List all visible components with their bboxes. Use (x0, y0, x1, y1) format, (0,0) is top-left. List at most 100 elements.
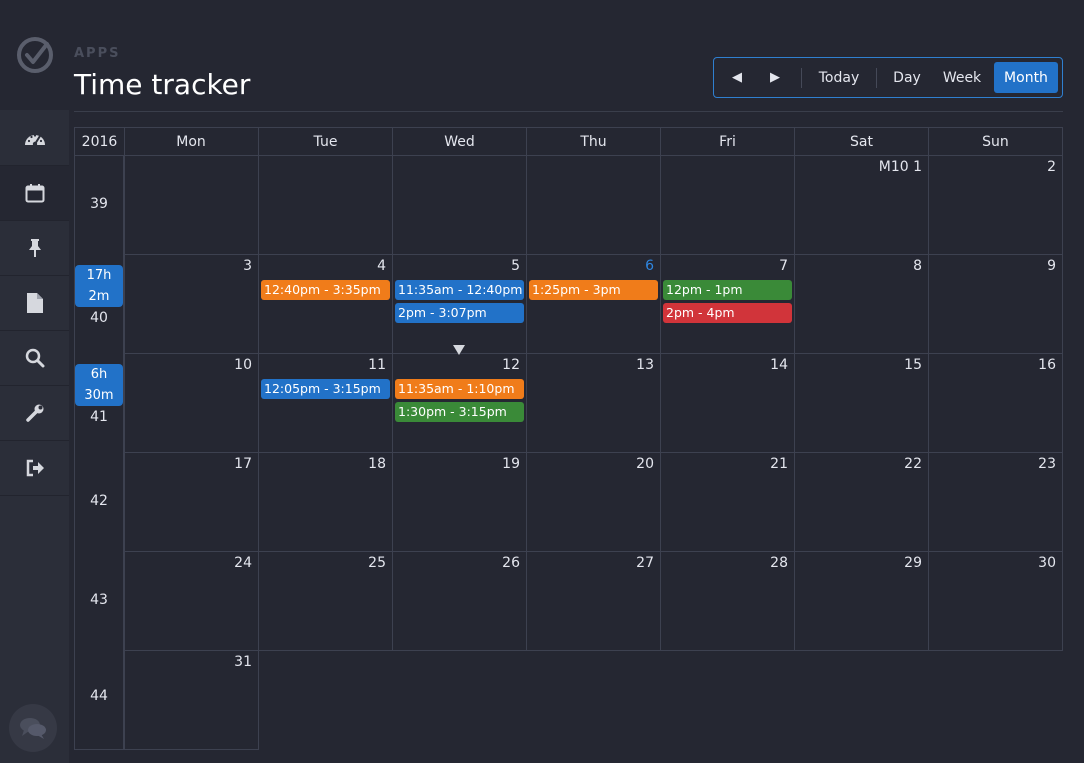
weekday-header-mon: Mon (124, 127, 259, 156)
sidebar-item-search[interactable] (0, 331, 69, 386)
day-number: 8 (913, 258, 922, 274)
day-cell[interactable]: 11 (259, 354, 393, 453)
day-cell[interactable]: 13 (527, 354, 661, 453)
day-number: 18 (368, 456, 386, 472)
calendar-event[interactable]: 2pm - 3:07pm (395, 303, 524, 323)
day-number: 28 (770, 555, 788, 571)
day-cell[interactable]: 17 (124, 453, 259, 552)
week-number: 43 (90, 592, 108, 608)
day-cell[interactable] (527, 156, 661, 255)
day-number: 9 (1047, 258, 1056, 274)
dropdown-caret-icon[interactable] (453, 345, 465, 355)
week-total-text: 6h (90, 367, 108, 382)
day-cell[interactable]: 27 (527, 552, 661, 651)
page-title: Time tracker (74, 68, 251, 101)
day-number: 3 (243, 258, 252, 274)
sidebar-item-calendar[interactable] (0, 166, 69, 221)
sidebar-item-dashboard[interactable] (0, 111, 69, 166)
sidebar-item-file[interactable] (0, 276, 69, 331)
week-number-column (74, 156, 124, 750)
day-number: 19 (502, 456, 520, 472)
day-cell[interactable]: 28 (661, 552, 795, 651)
day-cell[interactable]: 29 (795, 552, 929, 651)
day-number: 25 (368, 555, 386, 571)
day-cell[interactable]: 30 (929, 552, 1063, 651)
week-total-text: 2m (88, 289, 110, 304)
day-cell[interactable]: 19 (393, 453, 527, 552)
calendar-event[interactable]: 2pm - 4pm (663, 303, 792, 323)
day-cell[interactable]: 25 (259, 552, 393, 651)
calendar-event[interactable]: 12pm - 1pm (663, 280, 792, 300)
day-number: 30 (1038, 555, 1056, 571)
calendar-event[interactable]: 1:30pm - 3:15pm (395, 402, 524, 422)
chat-icon (20, 718, 46, 739)
week-total-badge[interactable]: 17h 2m (75, 265, 123, 307)
calendar-event[interactable]: 12:40pm - 3:35pm (261, 280, 390, 300)
day-cell[interactable]: 31 (124, 651, 259, 750)
day-number: 4 (377, 258, 386, 274)
today-button[interactable]: Today (810, 62, 868, 93)
day-number: 29 (904, 555, 922, 571)
pin-icon (28, 239, 41, 257)
calendar-event[interactable]: 1:25pm - 3pm (529, 280, 658, 300)
day-cell[interactable]: 9 (929, 255, 1063, 354)
weekday-header-sat: Sat (795, 127, 929, 156)
day-cell[interactable]: 20 (527, 453, 661, 552)
month-view-button[interactable]: Month (994, 62, 1058, 93)
day-cell[interactable]: 4 (259, 255, 393, 354)
next-button[interactable]: ▶ (757, 62, 793, 93)
week-number: 44 (90, 688, 108, 704)
day-cell[interactable]: 10 (124, 354, 259, 453)
day-cell[interactable] (124, 156, 259, 255)
day-number: 14 (770, 357, 788, 373)
day-cell[interactable] (259, 156, 393, 255)
weekday-header-wed: Wed (393, 127, 527, 156)
day-number: 10 (234, 357, 252, 373)
day-cell[interactable]: 8 (795, 255, 929, 354)
day-cell[interactable]: 2 (929, 156, 1063, 255)
week-view-button[interactable]: Week (936, 62, 988, 93)
week-number: 41 (90, 409, 108, 425)
app-logo[interactable] (0, 0, 69, 110)
day-cell[interactable] (661, 156, 795, 255)
day-cell[interactable]: 26 (393, 552, 527, 651)
day-cell[interactable]: 14 (661, 354, 795, 453)
week-total-badge[interactable]: 6h 30m (75, 364, 123, 406)
day-cell[interactable]: 3 (124, 255, 259, 354)
day-number: 2 (1047, 159, 1056, 175)
day-number: 24 (234, 555, 252, 571)
day-number: M10 1 (878, 159, 922, 175)
day-cell[interactable] (393, 156, 527, 255)
sidebar-item-logout[interactable] (0, 441, 69, 496)
month-calendar: 2016 Mon Tue Wed Thu Fri Sat Sun 39 M10 1 2 40 17h 2… (74, 127, 1063, 750)
day-cell[interactable]: M10 1 (795, 156, 929, 255)
calendar-event[interactable]: 11:35am - 12:40pm (395, 280, 524, 300)
calendar-icon (25, 184, 44, 203)
day-number: 31 (234, 654, 252, 670)
day-cell[interactable]: 6 (527, 255, 661, 354)
week-total-text: 17h (86, 268, 112, 283)
day-number: 13 (636, 357, 654, 373)
chat-button[interactable] (9, 704, 57, 752)
weekday-header-sun: Sun (929, 127, 1063, 156)
sidebar (0, 0, 69, 763)
day-cell[interactable]: 15 (795, 354, 929, 453)
weekday-header-tue: Tue (259, 127, 393, 156)
day-cell[interactable]: 16 (929, 354, 1063, 453)
week-number: 39 (90, 196, 108, 212)
week-number: 40 (90, 310, 108, 326)
day-number: 16 (1038, 357, 1056, 373)
calendar-event[interactable]: 11:35am - 1:10pm (395, 379, 524, 399)
prev-button[interactable]: ◀ (719, 62, 755, 93)
day-cell[interactable]: 24 (124, 552, 259, 651)
calendar-event[interactable]: 12:05pm - 3:15pm (261, 379, 390, 399)
sidebar-item-settings[interactable] (0, 386, 69, 441)
day-number: 7 (779, 258, 788, 274)
day-view-button[interactable]: Day (886, 62, 928, 93)
day-number: 21 (770, 456, 788, 472)
day-cell[interactable]: 18 (259, 453, 393, 552)
day-cell[interactable]: 21 (661, 453, 795, 552)
day-cell[interactable]: 23 (929, 453, 1063, 552)
day-cell[interactable]: 22 (795, 453, 929, 552)
sidebar-item-pin[interactable] (0, 221, 69, 276)
